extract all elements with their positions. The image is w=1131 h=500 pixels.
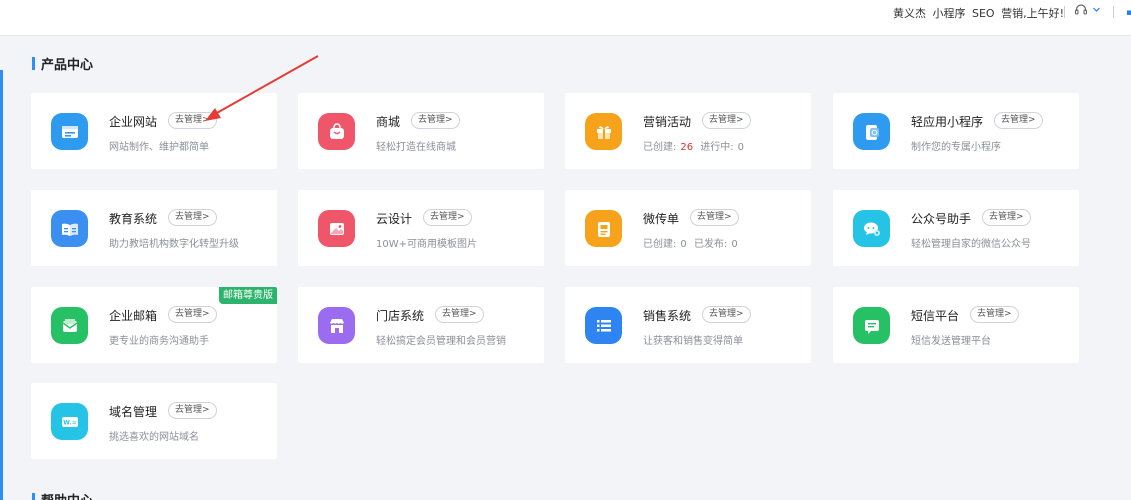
- mail-icon: [51, 307, 88, 344]
- product-name: 教育系统: [109, 212, 158, 226]
- chevron-down-icon[interactable]: [1092, 5, 1101, 14]
- book-icon: [51, 210, 88, 247]
- product-desc: 网站制作、维护都简单: [109, 142, 209, 153]
- section-title-marker: [32, 493, 35, 500]
- user-name[interactable]: 黄义杰: [893, 7, 926, 20]
- product-name: 企业网站: [109, 115, 158, 129]
- greeting-text: 营销,上午好!: [1001, 7, 1064, 20]
- product-card-website[interactable]: 企业网站 去管理> 网站制作、维护都简单: [31, 93, 277, 169]
- created-count: 0: [680, 239, 687, 250]
- manage-button[interactable]: 去管理>: [982, 209, 1031, 226]
- manage-button[interactable]: 去管理>: [168, 112, 217, 129]
- product-name: 轻应用小程序: [911, 115, 984, 129]
- running-count: 0: [737, 142, 745, 153]
- product-card-education[interactable]: 教育系统 去管理> 助力教培机构数字化转型升级: [31, 190, 277, 266]
- product-desc: 10W+可商用模板图片: [376, 239, 477, 250]
- product-desc: 更专业的商务沟通助手: [109, 336, 209, 347]
- help-section-title-text: 帮助中心: [41, 490, 93, 500]
- product-card-enterprise-mail[interactable]: 邮箱尊贵版 企业邮箱 去管理> 更专业的商务沟通助手: [31, 287, 277, 363]
- manage-button[interactable]: 去管理>: [168, 306, 217, 323]
- manage-button[interactable]: 去管理>: [702, 112, 751, 129]
- manage-button[interactable]: 去管理>: [423, 209, 472, 226]
- created-label: 已创建:: [643, 142, 677, 153]
- manage-button[interactable]: 去管理>: [168, 209, 217, 226]
- running-label: 进行中:: [700, 142, 734, 153]
- product-name: 公众号助手: [911, 212, 972, 226]
- product-card-domain[interactable]: W.= 域名管理 去管理> 挑选喜欢的网站域名: [31, 383, 277, 459]
- product-card-shop[interactable]: 商城 去管理> 轻松打造在线商城: [298, 93, 544, 169]
- mini-program-icon: [853, 113, 890, 150]
- divider: [1064, 6, 1065, 18]
- product-desc: 短信发送管理平台: [911, 336, 991, 347]
- product-name: 销售系统: [643, 309, 692, 323]
- product-desc: 制作您的专属小程序: [911, 142, 1001, 153]
- product-stats: 已创建: 0 已发布: 0: [643, 235, 742, 250]
- divider: [1113, 6, 1114, 18]
- manage-button[interactable]: 去管理>: [411, 112, 460, 129]
- section-title-text: 产品中心: [41, 57, 94, 73]
- product-name: 微传单: [643, 212, 680, 226]
- svg-text:W.=: W.=: [63, 419, 76, 426]
- miniapp-link[interactable]: 小程序: [933, 7, 966, 20]
- product-card-store[interactable]: 门店系统 去管理> 轻松搞定会员管理和会员营销: [298, 287, 544, 363]
- created-count: 26: [680, 142, 694, 153]
- section-title: 产品中心: [32, 54, 94, 73]
- product-desc: 让获客和销售变得简单: [643, 336, 743, 347]
- more-indicator-icon[interactable]: ▪: [1126, 8, 1131, 18]
- product-name: 短信平台: [911, 309, 960, 323]
- published-label: 已发布:: [693, 239, 728, 250]
- created-label: 已创建:: [643, 239, 677, 250]
- seo-link[interactable]: SEO: [972, 7, 995, 20]
- manage-button[interactable]: 去管理>: [702, 306, 751, 323]
- published-count: 0: [731, 239, 738, 250]
- product-stats: 已创建: 26 进行中: 0: [643, 138, 748, 153]
- sms-icon: [853, 307, 890, 344]
- product-card-flyer[interactable]: 微传单 去管理> 已创建: 0 已发布: 0: [565, 190, 811, 266]
- product-desc: 助力教培机构数字化转型升级: [109, 239, 239, 250]
- product-card-marketing[interactable]: 营销活动 去管理> 已创建: 26 进行中: 0: [565, 93, 811, 169]
- product-card-mini-program[interactable]: 轻应用小程序 去管理> 制作您的专属小程序: [833, 93, 1079, 169]
- product-name: 营销活动: [643, 115, 692, 129]
- wechat-icon: [853, 210, 890, 247]
- help-section-title: 帮助中心: [32, 492, 93, 500]
- manage-button[interactable]: 去管理>: [994, 112, 1043, 129]
- product-card-wechat-assistant[interactable]: 公众号助手 去管理> 轻松管理自家的微信公众号: [833, 190, 1079, 266]
- product-card-cloud-design[interactable]: 云设计 去管理> 10W+可商用模板图片: [298, 190, 544, 266]
- manage-button[interactable]: 去管理>: [435, 306, 484, 323]
- product-name: 门店系统: [376, 309, 425, 323]
- manage-button[interactable]: 去管理>: [970, 306, 1019, 323]
- left-accent-bar: [0, 70, 3, 500]
- user-info: 黄义杰 小程序 SEO 营销,上午好!: [893, 5, 1067, 21]
- product-name: 云设计: [376, 212, 413, 226]
- product-desc: 轻松管理自家的微信公众号: [911, 239, 1031, 250]
- product-card-sales[interactable]: 销售系统 去管理> 让获客和销售变得简单: [565, 287, 811, 363]
- website-icon: [51, 113, 88, 150]
- manage-button[interactable]: 去管理>: [168, 402, 217, 419]
- image-icon: [318, 210, 355, 247]
- product-desc: 轻松打造在线商城: [376, 142, 456, 153]
- headset-icon[interactable]: [1074, 3, 1088, 17]
- shop-bag-icon: [318, 113, 355, 150]
- product-desc: 轻松搞定会员管理和会员营销: [376, 336, 506, 347]
- product-name: 域名管理: [109, 405, 158, 419]
- product-card-sms[interactable]: 短信平台 去管理> 短信发送管理平台: [833, 287, 1079, 363]
- section-title-marker: [32, 56, 35, 70]
- list-icon: [585, 307, 622, 344]
- product-name: 企业邮箱: [109, 309, 158, 323]
- product-desc: 挑选喜欢的网站域名: [109, 432, 199, 443]
- store-icon: [318, 307, 355, 344]
- domain-icon: W.=: [51, 403, 88, 440]
- top-bar: 黄义杰 小程序 SEO 营销,上午好! ▪: [0, 0, 1131, 36]
- premium-badge: 邮箱尊贵版: [219, 287, 277, 304]
- manage-button[interactable]: 去管理>: [690, 209, 739, 226]
- gift-icon: [585, 113, 622, 150]
- flyer-icon: [585, 210, 622, 247]
- product-name: 商城: [376, 115, 401, 129]
